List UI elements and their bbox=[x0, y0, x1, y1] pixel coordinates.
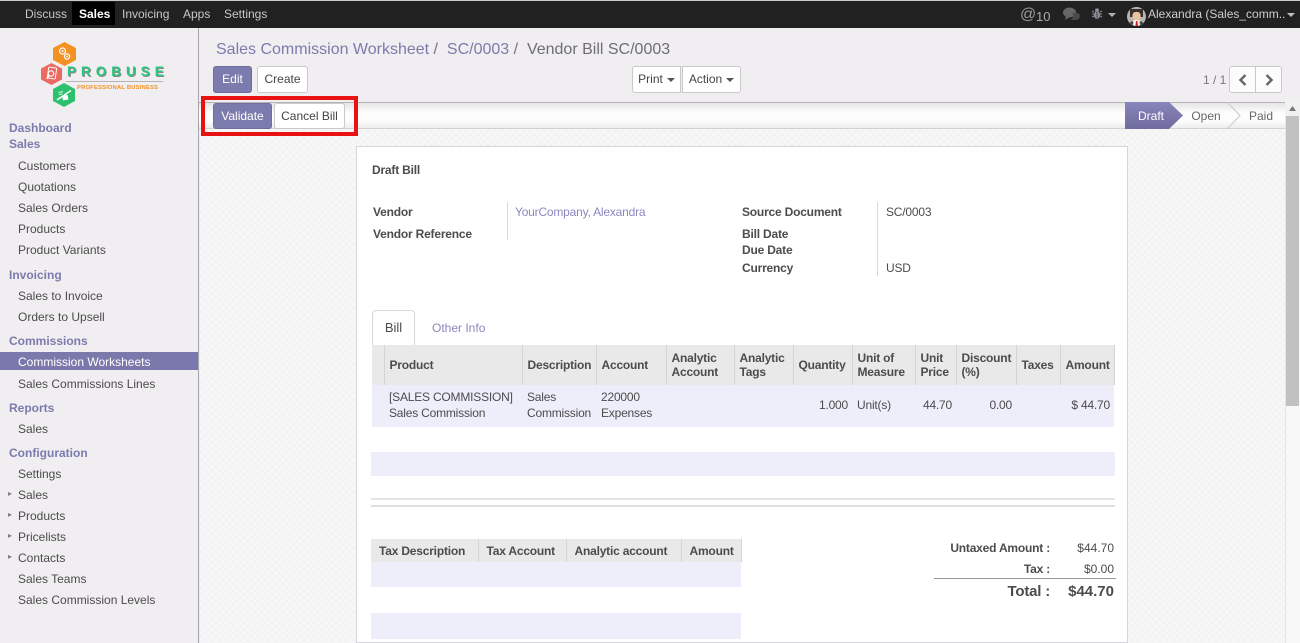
svg-text:Paid: Paid bbox=[1249, 109, 1273, 123]
svg-text:Draft: Draft bbox=[1138, 109, 1165, 123]
svg-text:Open: Open bbox=[1191, 109, 1220, 123]
